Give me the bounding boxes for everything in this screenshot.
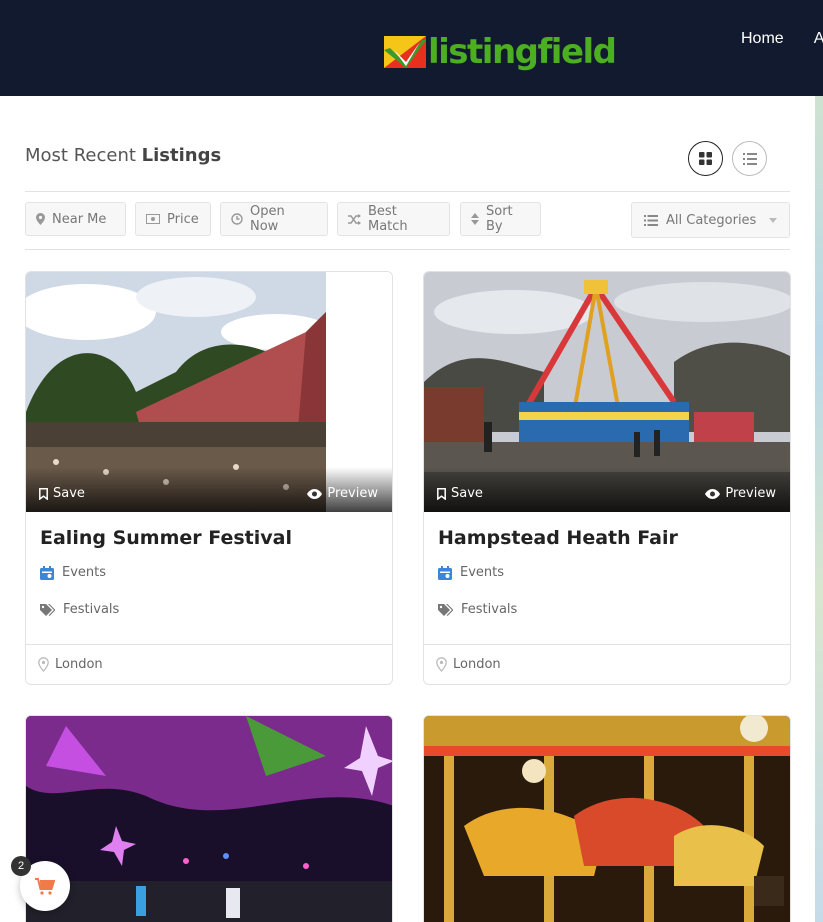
listing-title[interactable]: Ealing Summer Festival: [40, 527, 292, 549]
map-marker-icon: [36, 213, 45, 225]
save-button[interactable]: Save: [437, 486, 483, 501]
carousel-image: [424, 716, 790, 922]
category-select[interactable]: All Categories: [631, 202, 790, 238]
eye-icon: [307, 488, 323, 499]
bookmark-icon: [437, 487, 446, 500]
near-me-label: Near Me: [52, 211, 107, 227]
sort-by-label: Sort By: [486, 204, 513, 234]
best-match-label: Best Match: [368, 204, 408, 234]
calendar-icon: [40, 565, 54, 580]
list-icon: [742, 152, 757, 165]
listing-tags[interactable]: Festivals: [438, 602, 517, 617]
preview-label: Preview: [327, 486, 378, 501]
price-label: Price: [167, 211, 199, 227]
preview-button[interactable]: Preview: [307, 486, 378, 501]
location-label: London: [55, 657, 103, 672]
grid-icon: [699, 152, 712, 165]
clock-icon: [231, 213, 243, 225]
category-select-label: All Categories: [666, 212, 757, 228]
main-nav: Home A: [741, 30, 823, 48]
category-label: Events: [460, 565, 505, 580]
near-me-filter[interactable]: Near Me: [25, 202, 126, 236]
listing-image[interactable]: Save Preview: [424, 272, 790, 512]
listings-heading-row: Most Recent Listings: [25, 141, 790, 181]
money-icon: [146, 214, 160, 224]
calendar-icon: [438, 565, 452, 580]
logo-mark-icon: [384, 36, 426, 68]
listing-card[interactable]: [25, 715, 393, 922]
cart-count-badge: 2: [11, 856, 31, 876]
location-label: London: [453, 657, 501, 672]
title-prefix: Most Recent: [25, 145, 136, 166]
listing-location[interactable]: London: [38, 657, 103, 672]
shopping-cart-icon: [35, 877, 55, 895]
category-label: Events: [62, 565, 107, 580]
list-view-button[interactable]: [732, 141, 767, 176]
divider: [25, 249, 790, 250]
listing-card[interactable]: [423, 715, 791, 922]
preview-label: Preview: [725, 486, 776, 501]
nav-item-a[interactable]: A: [814, 30, 823, 48]
chevron-down-icon: [769, 217, 777, 223]
open-now-label: Open Now: [250, 204, 285, 234]
listing-image[interactable]: [424, 716, 790, 922]
map-marker-icon: [38, 657, 49, 672]
map-marker-icon: [436, 657, 447, 672]
save-button[interactable]: Save: [39, 486, 85, 501]
list-icon: [644, 214, 658, 226]
site-logo[interactable]: listingfield: [384, 30, 617, 74]
listing-tags[interactable]: Festivals: [40, 602, 119, 617]
bookmark-icon: [39, 487, 48, 500]
listing-footer: London: [26, 644, 392, 684]
divider: [25, 191, 790, 192]
sort-icon: [471, 213, 479, 225]
listing-category[interactable]: Events: [40, 565, 106, 580]
price-filter[interactable]: Price: [135, 202, 211, 236]
page-title: Most Recent Listings: [25, 145, 221, 166]
shuffle-icon: [348, 213, 361, 225]
sort-by-filter[interactable]: Sort By: [460, 202, 541, 236]
best-match-filter[interactable]: Best Match: [337, 202, 450, 236]
map-panel[interactable]: [815, 96, 823, 922]
eye-icon: [705, 488, 721, 499]
nav-home[interactable]: Home: [741, 30, 784, 48]
tag-label: Festivals: [461, 602, 518, 617]
listing-category[interactable]: Events: [438, 565, 504, 580]
title-strong: Listings: [141, 145, 222, 166]
tags-icon: [438, 603, 453, 616]
listing-card[interactable]: Save Preview Ealing Summer Festival Even…: [25, 271, 393, 685]
listing-footer: London: [424, 644, 790, 684]
listing-image[interactable]: [26, 716, 392, 922]
grid-view-button[interactable]: [688, 141, 723, 176]
save-label: Save: [451, 486, 483, 501]
festival-lights-image: [26, 716, 392, 922]
preview-button[interactable]: Preview: [705, 486, 776, 501]
open-now-filter[interactable]: Open Now: [220, 202, 328, 236]
save-label: Save: [53, 486, 85, 501]
tag-label: Festivals: [63, 602, 120, 617]
listing-location[interactable]: London: [436, 657, 501, 672]
listing-card[interactable]: Save Preview Hampstead Heath Fair Events…: [423, 271, 791, 685]
tags-icon: [40, 603, 55, 616]
listing-image[interactable]: Save Preview: [26, 272, 392, 512]
listing-title[interactable]: Hampstead Heath Fair: [438, 527, 678, 549]
logo-text: listingfield: [428, 32, 617, 72]
site-header: listingfield Home A: [0, 0, 823, 96]
